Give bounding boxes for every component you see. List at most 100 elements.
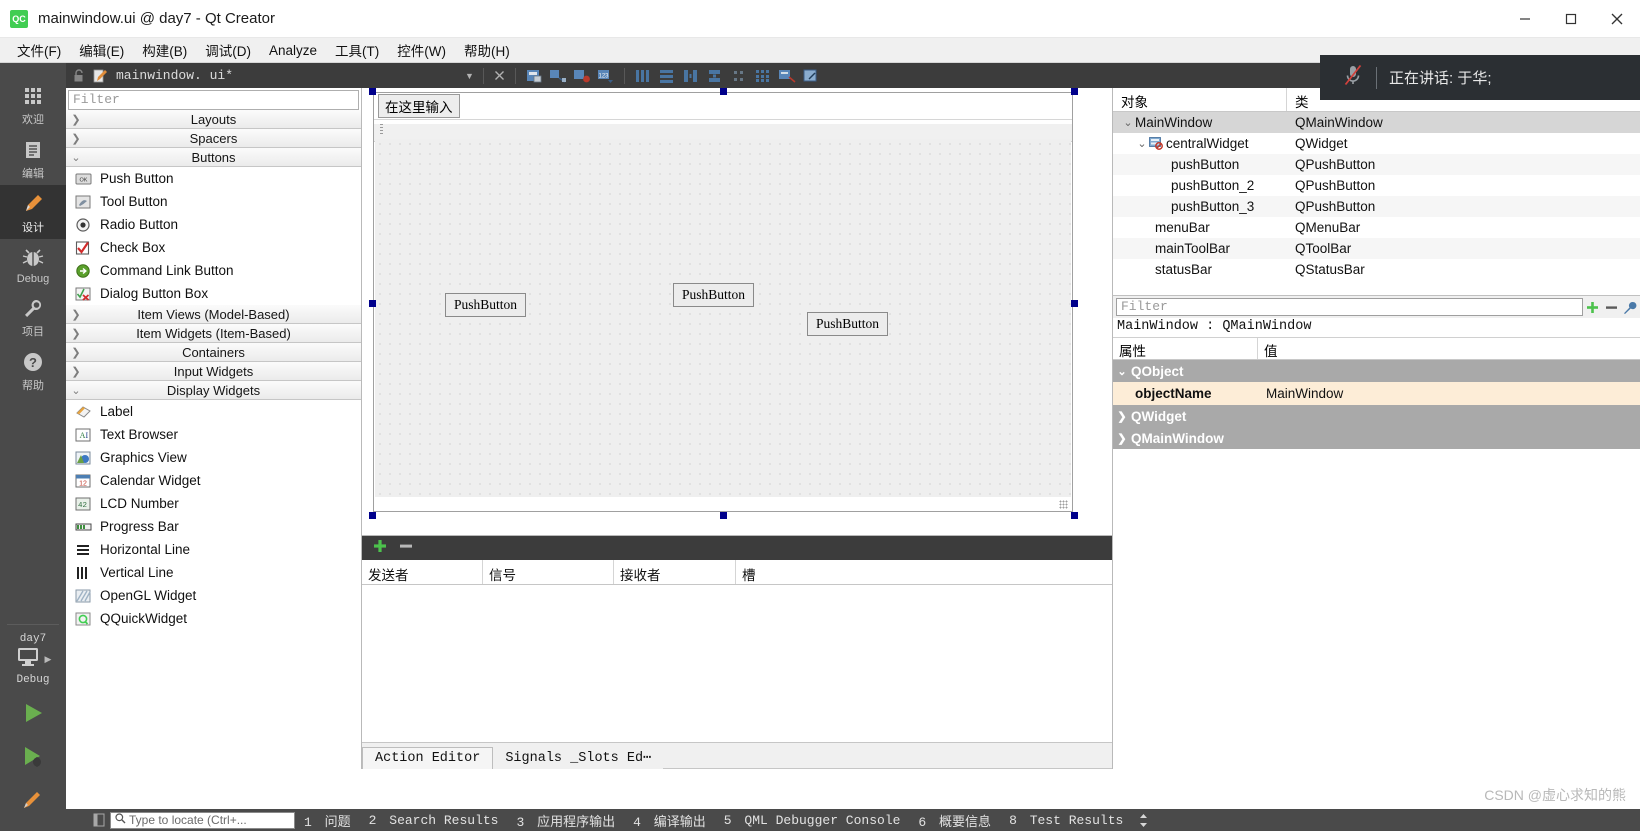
sidebar-icon[interactable]: [88, 813, 110, 827]
minus-icon[interactable]: [1602, 301, 1621, 314]
widget-item-calendar-widget[interactable]: 12 Calendar Widget: [66, 469, 361, 492]
tree-row-mainwindow[interactable]: ⌄ MainWindow QMainWindow: [1113, 112, 1640, 133]
locator-input[interactable]: Type to locate (Ctrl+...: [110, 811, 295, 829]
form-editor-canvas[interactable]: 在这里输入 PushButton PushButton PushButton: [362, 88, 1112, 535]
form-menu-placeholder[interactable]: 在这里输入: [378, 94, 460, 118]
tree-row-menubar[interactable]: menuBar QMenuBar: [1113, 217, 1640, 238]
minimize-button[interactable]: [1502, 0, 1548, 38]
layout-horizontal-icon[interactable]: [634, 68, 652, 84]
chevron-down-icon[interactable]: ▼: [465, 71, 474, 81]
form-central-widget[interactable]: PushButton PushButton PushButton: [375, 139, 1071, 497]
column-object[interactable]: 对象: [1113, 88, 1287, 111]
mode-design[interactable]: 设计: [0, 185, 66, 239]
property-group-qmainwindow[interactable]: ❯ QMainWindow: [1113, 427, 1640, 449]
unlocked-icon[interactable]: [72, 68, 86, 84]
mode-edit[interactable]: 编辑: [0, 131, 66, 185]
column-value[interactable]: 值: [1258, 338, 1278, 359]
chevron-down-icon[interactable]: ⌄: [1135, 137, 1149, 150]
widget-item-lcd-number[interactable]: 42 LCD Number: [66, 492, 361, 515]
widget-group-layouts[interactable]: ❯ Layouts: [66, 110, 361, 129]
property-row-objectname[interactable]: objectName MainWindow: [1113, 382, 1640, 405]
selection-handle-mr[interactable]: [1071, 300, 1078, 307]
break-layout-icon[interactable]: [778, 68, 796, 84]
edit-signals-slots-icon[interactable]: [549, 68, 567, 84]
chevron-down-icon[interactable]: ⌄: [1121, 116, 1135, 129]
menu-help[interactable]: 帮助(H): [455, 38, 519, 62]
selection-handle-tc[interactable]: [720, 88, 727, 95]
widget-item-opengl-widget[interactable]: OpenGL Widget: [66, 584, 361, 607]
property-group-qobject[interactable]: ⌄ QObject: [1113, 360, 1640, 382]
updown-arrows-icon[interactable]: [1132, 813, 1154, 828]
form-pushbutton[interactable]: PushButton: [445, 293, 527, 317]
configure-icon[interactable]: [1621, 301, 1640, 314]
property-filter-input[interactable]: Filter: [1116, 298, 1583, 316]
mode-welcome[interactable]: 欢迎: [0, 77, 66, 131]
widget-item-tool-button[interactable]: Tool Button: [66, 190, 361, 213]
column-sender[interactable]: 发送者: [362, 560, 483, 584]
menu-edit[interactable]: 编辑(E): [70, 38, 133, 62]
plus-icon[interactable]: [1583, 301, 1602, 314]
run-button[interactable]: [18, 700, 48, 731]
widget-item-vertical-line[interactable]: Vertical Line: [66, 561, 361, 584]
widget-item-progress-bar[interactable]: Progress Bar: [66, 515, 361, 538]
layout-splitter-h-icon[interactable]: [682, 68, 700, 84]
kit-selector[interactable]: day7 ▶ Debug: [15, 633, 51, 686]
pane-qml-debugger-console[interactable]: 5 QML Debugger Console: [715, 813, 910, 828]
pane-general-messages[interactable]: 6 概要信息: [909, 811, 1000, 830]
widget-item-horizontal-line[interactable]: Horizontal Line: [66, 538, 361, 561]
form-status-bar[interactable]: [375, 498, 1071, 511]
pane-compile-output[interactable]: 4 编译输出: [624, 811, 715, 830]
selection-handle-bl[interactable]: [369, 512, 376, 519]
plus-icon[interactable]: [372, 538, 388, 559]
widget-item-check-box[interactable]: Check Box: [66, 236, 361, 259]
column-property[interactable]: 属性: [1113, 338, 1258, 359]
edit-buddies-icon[interactable]: [573, 68, 591, 84]
column-receiver[interactable]: 接收者: [614, 560, 736, 584]
pane-application-output[interactable]: 3 应用程序输出: [507, 811, 624, 830]
column-slot[interactable]: 槽: [736, 560, 1112, 584]
layout-splitter-v-icon[interactable]: [706, 68, 724, 84]
close-icon[interactable]: [493, 69, 506, 82]
chevron-right-icon[interactable]: ❯: [1113, 410, 1131, 423]
form-pushbutton-3[interactable]: PushButton: [807, 312, 889, 336]
widget-item-dialog-button-box[interactable]: Dialog Button Box: [66, 282, 361, 305]
pane-search-results[interactable]: 2 Search Results: [360, 813, 508, 828]
widget-group-containers[interactable]: ❯ Containers: [66, 343, 361, 362]
form-pushbutton-2[interactable]: PushButton: [673, 283, 755, 307]
edit-tab-order-icon[interactable]: 123: [597, 68, 615, 84]
widget-group-spacers[interactable]: ❯ Spacers: [66, 129, 361, 148]
pane-problems[interactable]: 1 问题: [295, 811, 360, 830]
maximize-button[interactable]: [1548, 0, 1594, 38]
widget-item-text-browser[interactable]: AI Text Browser: [66, 423, 361, 446]
menu-file[interactable]: 文件(F): [8, 38, 70, 62]
tree-row-pushbutton-2[interactable]: pushButton_2 QPushButton: [1113, 175, 1640, 196]
column-class[interactable]: 类: [1287, 88, 1309, 111]
tab-signals-slots-editor[interactable]: Signals _Slots Ed⋯: [493, 746, 663, 769]
menu-tools[interactable]: 工具(T): [326, 38, 388, 62]
tree-row-statusbar[interactable]: statusBar QStatusBar: [1113, 259, 1640, 280]
widget-group-input-widgets[interactable]: ❯ Input Widgets: [66, 362, 361, 381]
menu-analyze[interactable]: Analyze: [260, 41, 326, 60]
size-grip-icon[interactable]: [1059, 500, 1068, 509]
widget-item-qquickwidget[interactable]: QQuickWidget: [66, 607, 361, 630]
selection-handle-bc[interactable]: [720, 512, 727, 519]
mode-debug[interactable]: Debug: [0, 239, 66, 289]
tree-row-centralwidget[interactable]: ⌄ centralWidget QWidget: [1113, 133, 1640, 154]
menu-debug[interactable]: 调试(D): [196, 38, 260, 62]
tree-row-maintoolbar[interactable]: mainToolBar QToolBar: [1113, 238, 1640, 259]
layout-grid-icon[interactable]: [754, 68, 772, 84]
widget-item-push-button[interactable]: OK Push Button: [66, 167, 361, 190]
widget-group-display-widgets[interactable]: ⌄ Display Widgets: [66, 381, 361, 400]
close-button[interactable]: [1594, 0, 1640, 38]
property-value[interactable]: MainWindow: [1258, 386, 1343, 401]
widget-box-filter-input[interactable]: Filter: [68, 90, 359, 110]
signals-slots-rows[interactable]: [362, 585, 1112, 742]
edit-widgets-icon[interactable]: [525, 68, 543, 84]
selection-handle-br[interactable]: [1071, 512, 1078, 519]
tab-action-editor[interactable]: Action Editor: [362, 747, 494, 769]
widget-item-command-link-button[interactable]: Command Link Button: [66, 259, 361, 282]
widget-item-label[interactable]: Label: [66, 400, 361, 423]
adjust-size-icon[interactable]: [802, 68, 820, 84]
chevron-right-icon[interactable]: ❯: [1113, 432, 1131, 445]
widget-item-graphics-view[interactable]: Graphics View: [66, 446, 361, 469]
